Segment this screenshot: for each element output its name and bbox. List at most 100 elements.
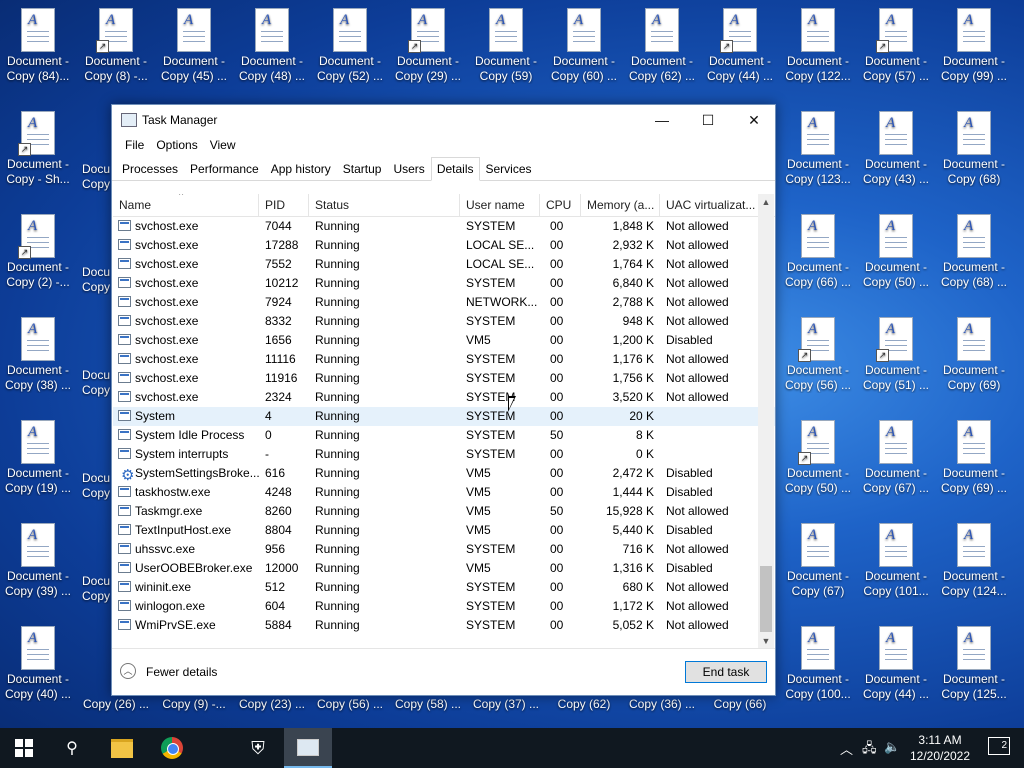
desktop-icon-document[interactable]: A Document - Copy (66) ... [780, 214, 856, 290]
desktop-icon-document[interactable]: A Document - Copy (84)... [0, 8, 76, 84]
desktop-icon-document[interactable]: A Document - Copy (68) ... [936, 214, 1012, 290]
tab-details[interactable]: Details [430, 157, 480, 181]
desktop-icon-document[interactable]: A Document - Copy (99) ... [936, 8, 1012, 84]
search-button[interactable]: ⚲ [48, 728, 96, 768]
scroll-thumb[interactable] [760, 566, 772, 632]
desktop-icon-document[interactable]: A ↗ Document - Copy (8) -... [78, 8, 154, 84]
desktop-icon-document[interactable]: A ↗ Document - Copy (2) -... [0, 214, 76, 290]
desktop-icon-sublabel[interactable]: Copy (62) [546, 697, 622, 712]
desktop-icon-sublabel[interactable]: Copy (37) ... [468, 697, 544, 712]
column-header-cpu[interactable]: CPU [540, 194, 581, 216]
desktop-icon-sublabel[interactable]: Copy (58) ... [390, 697, 466, 712]
desktop-icon-sublabel[interactable]: Copy (26) ... [78, 697, 154, 712]
desktop-icon-document[interactable]: A ↗ Document - Copy (51) ... [858, 317, 934, 393]
desktop-icon-sublabel[interactable]: Copy (56) ... [312, 697, 388, 712]
desktop-icon-sublabel[interactable]: Copy (66) [702, 697, 778, 712]
volume-icon[interactable]: 🔈 [884, 739, 900, 755]
tab-app-history[interactable]: App history [265, 157, 337, 180]
desktop-icon-document[interactable]: A Document - Copy (45) ... [156, 8, 232, 84]
desktop-icon-document-partial[interactable]: Docu Copy [82, 574, 110, 604]
desktop-icon-sublabel[interactable]: Copy (23) ... [234, 697, 310, 712]
desktop-icon-document[interactable]: A Document - Copy (40) ... [0, 626, 76, 702]
tab-processes[interactable]: Processes [116, 157, 184, 180]
close-button[interactable]: ✕ [731, 105, 777, 135]
table-row[interactable]: UserOOBEBroker.exe 12000 Running VM5 00 1,316… [113, 559, 775, 578]
table-row[interactable]: taskhostw.exe 4248 Running VM5 00 1,444 K Disa… [113, 483, 775, 502]
table-row[interactable]: WmiPrvSE.exe 5884 Running SYSTEM 00 5,052 K No… [113, 616, 775, 635]
table-row[interactable]: System 4 Running SYSTEM 00 20 K [113, 407, 775, 426]
desktop-icon-document[interactable]: A Document - Copy (69) [936, 317, 1012, 393]
scroll-down-icon[interactable]: ▼ [758, 633, 774, 649]
desktop-icon-document[interactable]: A Document - Copy (59) [468, 8, 544, 84]
table-row[interactable]: svchost.exe 1656 Running VM5 00 1,200 K Disabl… [113, 331, 775, 350]
desktop-icon-document[interactable]: A Document - Copy (122... [780, 8, 856, 84]
desktop-icon-document-partial[interactable]: Docu Copy [82, 265, 110, 295]
desktop-icon-document[interactable]: A ↗ Document - Copy (56) ... [780, 317, 856, 393]
table-row[interactable]: svchost.exe 17288 Running LOCAL SE... 00 2,93… [113, 236, 775, 255]
desktop-icon-document[interactable]: A Document - Copy (62) ... [624, 8, 700, 84]
desktop-icon-document[interactable]: A Document - Copy (38) ... [0, 317, 76, 393]
desktop-icon-document[interactable]: A Document - Copy (52) ... [312, 8, 388, 84]
network-icon[interactable]: 🖧 [862, 739, 877, 761]
menu-view[interactable]: View [204, 135, 242, 157]
desktop-icon-document[interactable]: A Document - Copy (123... [780, 111, 856, 187]
notification-icon[interactable]: 2 [988, 737, 1010, 755]
desktop-icon-document-partial[interactable]: Docu Copy [82, 162, 110, 192]
chrome-button[interactable] [148, 728, 196, 768]
tab-startup[interactable]: Startup [337, 157, 388, 180]
desktop-icon-document[interactable]: A ↗ Document - Copy (29) ... [390, 8, 466, 84]
security-button[interactable]: ⛨ [234, 728, 282, 768]
table-row[interactable]: svchost.exe 11116 Running SYSTEM 00 1,176 K No… [113, 350, 775, 369]
menu-file[interactable]: File [119, 135, 150, 157]
desktop-icon-document[interactable]: A Document - Copy (48) ... [234, 8, 310, 84]
desktop-icon-sublabel[interactable]: Copy (36) ... [624, 697, 700, 712]
desktop-icon-document[interactable]: A Document - Copy (19) ... [0, 420, 76, 496]
title-bar[interactable]: Task Manager — ☐ ✕ [112, 105, 775, 135]
column-header-uac[interactable]: UAC virtualizat... [660, 194, 759, 216]
desktop-icon-document[interactable]: A Document - Copy (68) [936, 111, 1012, 187]
desktop-icon-document[interactable]: A Document - Copy (44) ... [858, 626, 934, 702]
end-task-button[interactable]: End task [685, 661, 767, 683]
menu-options[interactable]: Options [150, 135, 203, 157]
tab-performance[interactable]: Performance [184, 157, 265, 180]
minimize-button[interactable]: — [639, 105, 685, 135]
desktop-icon-document[interactable]: A Document - Copy (67) ... [858, 420, 934, 496]
table-row[interactable]: svchost.exe 7552 Running LOCAL SE... 00 1,764… [113, 255, 775, 274]
table-row[interactable]: System Idle Process 0 Running SYSTEM 50 8 K [113, 426, 775, 445]
desktop-icon-document-partial[interactable]: Docu Copy [82, 471, 110, 501]
fewer-details-button[interactable]: Fewer details [146, 665, 217, 679]
tab-services[interactable]: Services [480, 157, 538, 180]
vertical-scrollbar[interactable]: ▲ ▼ [758, 194, 774, 649]
desktop-icon-document[interactable]: A Document - Copy (124... [936, 523, 1012, 599]
desktop-icon-document[interactable]: A ↗ Document - Copy (50) ... [780, 420, 856, 496]
table-row[interactable]: svchost.exe 8332 Running SYSTEM 00 948 K Not a… [113, 312, 775, 331]
clock[interactable]: 3:11 AM 12/20/2022 [908, 732, 972, 764]
table-row[interactable]: svchost.exe 11916 Running SYSTEM 00 1,756 K No… [113, 369, 775, 388]
desktop-icon-document[interactable]: A Document - Copy (39) ... [0, 523, 76, 599]
table-row[interactable]: wininit.exe 512 Running SYSTEM 00 680 K Not al… [113, 578, 775, 597]
task-manager-window[interactable]: Task Manager — ☐ ✕ File Options View Pro… [111, 104, 776, 696]
tab-users[interactable]: Users [387, 157, 430, 180]
desktop-icon-document[interactable]: A Document - Copy (101... [858, 523, 934, 599]
desktop-icon-document[interactable]: A ↗ Document - Copy (57) ... [858, 8, 934, 84]
column-header-user-name[interactable]: User name [460, 194, 540, 216]
table-row[interactable]: svchost.exe 7044 Running SYSTEM 00 1,848 K Not… [113, 217, 775, 236]
desktop-icon-sublabel[interactable]: Copy (9) -... [156, 697, 232, 712]
chevron-up-icon[interactable]: ︿ [840, 739, 853, 758]
table-row[interactable]: ⚙ SystemSettingsBroke... 616 Running VM5 00 2,… [113, 464, 775, 484]
file-explorer-button[interactable] [98, 728, 146, 768]
column-header-memory[interactable]: Memory (a... [581, 194, 660, 216]
desktop-icon-document[interactable]: A Document - Copy (100... [780, 626, 856, 702]
table-row[interactable]: TextInputHost.exe 8804 Running VM5 00 5,440 K… [113, 521, 775, 540]
desktop-icon-document[interactable]: A Document - Copy (43) ... [858, 111, 934, 187]
desktop-icon-document[interactable]: A Document - Copy (69) ... [936, 420, 1012, 496]
table-row[interactable]: winlogon.exe 604 Running SYSTEM 00 1,172 K Not… [113, 597, 775, 616]
maximize-button[interactable]: ☐ [685, 105, 731, 135]
column-header-status[interactable]: Status [309, 194, 460, 216]
scroll-up-icon[interactable]: ▲ [758, 194, 774, 210]
desktop-icon-document-partial[interactable]: Docu Copy [82, 368, 110, 398]
table-row[interactable]: svchost.exe 2324 Running SYSTEM 00 3,520 K Not… [113, 388, 775, 407]
table-row[interactable]: uhssvc.exe 956 Running SYSTEM 00 716 K Not all… [113, 540, 775, 559]
table-row[interactable]: svchost.exe 7924 Running NETWORK... 00 2,788 … [113, 293, 775, 312]
task-manager-taskbar-button[interactable] [284, 728, 332, 768]
